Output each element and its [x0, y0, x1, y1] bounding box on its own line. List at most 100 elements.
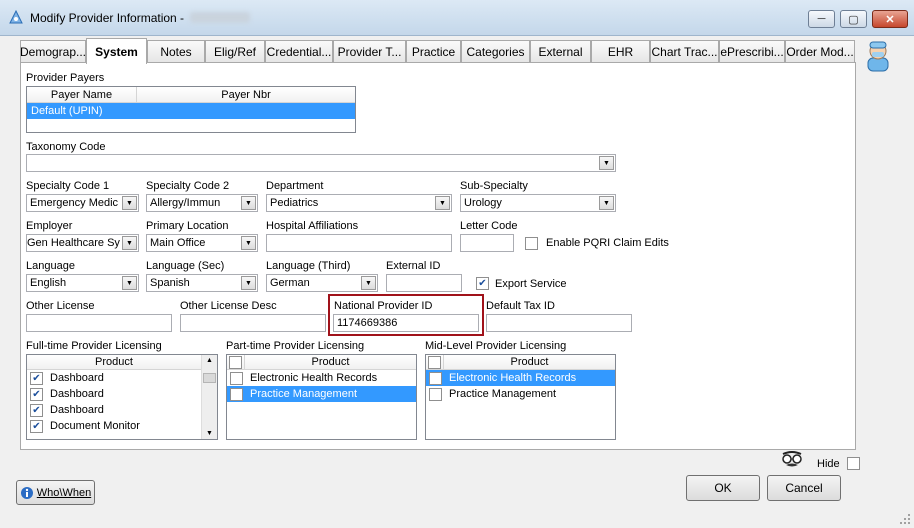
other-license-field[interactable] [26, 314, 172, 332]
list-item[interactable]: ✔ Dashboard [27, 370, 217, 386]
table-row[interactable]: Default (UPIN) [27, 103, 355, 119]
chevron-down-icon[interactable]: ▼ [599, 196, 614, 210]
close-button[interactable]: ✕ [872, 10, 908, 28]
product-checkbox[interactable] [230, 371, 243, 385]
tab-notes[interactable]: Notes [147, 40, 205, 62]
chevron-down-icon[interactable]: ▼ [122, 196, 137, 210]
list-item[interactable]: Electronic Health Records [426, 370, 615, 386]
hide-label: Hide [817, 458, 840, 470]
taxonomy-code-label: Taxonomy Code [26, 141, 106, 153]
chevron-down-icon[interactable]: ▼ [599, 156, 614, 170]
tab-credential[interactable]: Credential... [265, 40, 333, 62]
external-id-field[interactable] [386, 274, 462, 292]
list-item[interactable]: ✔ Dashboard [27, 402, 217, 418]
scroll-down-icon[interactable]: ▼ [202, 430, 217, 437]
list-item[interactable]: Electronic Health Records [227, 370, 416, 386]
language-third-label: Language (Third) [266, 260, 351, 272]
fulltime-scrollbar[interactable]: ▲ ▼ [201, 355, 217, 439]
tab-provider-type[interactable]: Provider T... [333, 40, 406, 62]
hospital-affiliations-field[interactable] [266, 234, 452, 252]
tab-categories[interactable]: Categories [461, 40, 530, 62]
select-all-cell[interactable] [426, 355, 444, 369]
tab-ehr[interactable]: EHR [591, 40, 650, 62]
select-all-checkbox[interactable] [428, 355, 441, 369]
chevron-down-icon[interactable]: ▼ [241, 196, 256, 210]
tab-eprescribing[interactable]: ePrescribi... [719, 40, 785, 62]
language-select[interactable]: English ▼ [26, 274, 139, 292]
midlevel-licensing-list[interactable]: Product Electronic Health Records Practi… [425, 354, 616, 440]
default-tax-id-label: Default Tax ID [486, 300, 555, 312]
other-license-desc-field[interactable] [180, 314, 326, 332]
language-third-select[interactable]: German ▼ [266, 274, 378, 292]
letter-code-field[interactable] [460, 234, 514, 252]
product-checkbox[interactable] [230, 387, 243, 401]
payer-nbr-header[interactable]: Payer Nbr [137, 87, 355, 102]
minimize-button[interactable]: ─ [808, 10, 835, 28]
list-item[interactable]: ✔ Document Monitor [27, 418, 217, 434]
enable-pqri-checkbox[interactable] [525, 237, 538, 250]
scroll-thumb[interactable] [203, 373, 216, 383]
parttime-licensing-list[interactable]: Product Electronic Health Records Practi… [226, 354, 417, 440]
product-header[interactable]: Product [444, 355, 615, 369]
tab-external[interactable]: External [530, 40, 591, 62]
provider-payers-grid[interactable]: Payer Name Payer Nbr Default (UPIN) [26, 86, 356, 133]
tab-system[interactable]: System [86, 38, 147, 64]
taxonomy-code-select[interactable]: ▼ [26, 154, 616, 172]
tab-elig-ref[interactable]: Elig/Ref [205, 40, 265, 62]
tab-order-mod[interactable]: Order Mod... [785, 40, 855, 62]
language-sec-select[interactable]: Spanish ▼ [146, 274, 258, 292]
tab-practice[interactable]: Practice [406, 40, 461, 62]
doctor-icon [867, 41, 889, 72]
fulltime-licensing-list[interactable]: Product ✔ Dashboard ✔ Dashboard ✔ Dashboard… [26, 354, 218, 440]
product-checkbox[interactable] [429, 387, 442, 401]
list-item[interactable]: Practice Management [227, 386, 416, 402]
ok-button[interactable]: OK [686, 475, 760, 501]
department-select[interactable]: Pediatrics ▼ [266, 194, 452, 212]
export-service-checkbox[interactable]: ✔ [476, 277, 489, 290]
npi-field[interactable]: 1174669386 [333, 314, 479, 332]
tab-chart-tracking[interactable]: Chart Trac... [650, 40, 719, 62]
select-all-cell[interactable] [227, 355, 245, 369]
enable-pqri-label: Enable PQRI Claim Edits [546, 237, 669, 249]
product-header[interactable]: Product [245, 355, 416, 369]
chevron-down-icon[interactable]: ▼ [241, 236, 256, 250]
select-all-checkbox[interactable] [229, 355, 242, 369]
product-checkbox[interactable] [429, 371, 442, 385]
resize-grip-icon[interactable] [898, 512, 912, 526]
product-checkbox[interactable]: ✔ [30, 403, 43, 417]
product-checkbox[interactable]: ✔ [30, 387, 43, 401]
title-bar: Modify Provider Information - ─ ▢ ✕ [0, 0, 914, 36]
primary-location-select[interactable]: Main Office ▼ [146, 234, 258, 252]
hospital-affiliations-label: Hospital Affiliations [266, 220, 359, 232]
who-when-button[interactable]: Who\When [16, 480, 95, 505]
product-header[interactable]: Product [27, 355, 201, 369]
sub-specialty-select[interactable]: Urology ▼ [460, 194, 616, 212]
maximize-button[interactable]: ▢ [840, 10, 867, 28]
window-title: Modify Provider Information - [30, 11, 185, 25]
export-service-label: Export Service [495, 278, 567, 290]
product-checkbox[interactable]: ✔ [30, 419, 43, 433]
list-item[interactable]: Practice Management [426, 386, 615, 402]
hide-checkbox[interactable] [847, 457, 860, 470]
disguise-glasses-icon [782, 451, 802, 467]
parttime-licensing-label: Part-time Provider Licensing [226, 340, 365, 352]
employer-label: Employer [26, 220, 73, 232]
specialty-code-1-select[interactable]: Emergency Medic ▼ [26, 194, 139, 212]
tab-demographics[interactable]: Demograp... [20, 40, 86, 62]
chevron-down-icon[interactable]: ▼ [435, 196, 450, 210]
list-item[interactable]: ✔ Dashboard [27, 386, 217, 402]
chevron-down-icon[interactable]: ▼ [241, 276, 256, 290]
chevron-down-icon[interactable]: ▼ [122, 236, 137, 250]
department-label: Department [266, 180, 324, 192]
provider-payers-label: Provider Payers [26, 72, 105, 84]
product-checkbox[interactable]: ✔ [30, 371, 43, 385]
primary-location-label: Primary Location [146, 220, 229, 232]
default-tax-id-field[interactable] [486, 314, 632, 332]
chevron-down-icon[interactable]: ▼ [122, 276, 137, 290]
employer-select[interactable]: Gen Healthcare Syst ▼ [26, 234, 139, 252]
cancel-button[interactable]: Cancel [767, 475, 841, 501]
payer-name-header[interactable]: Payer Name [27, 87, 137, 102]
specialty-code-2-select[interactable]: Allergy/Immun ▼ [146, 194, 258, 212]
chevron-down-icon[interactable]: ▼ [361, 276, 376, 290]
scroll-up-icon[interactable]: ▲ [202, 357, 217, 364]
